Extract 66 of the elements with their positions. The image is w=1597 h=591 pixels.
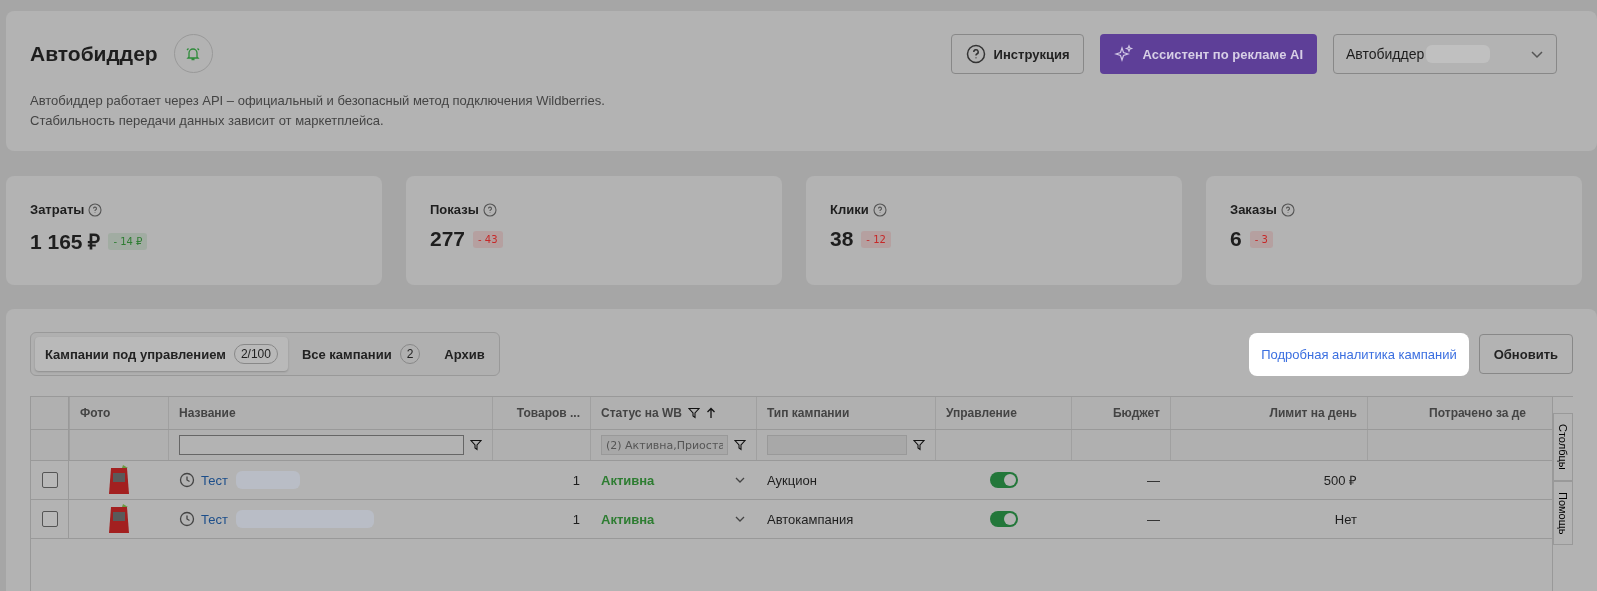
column-header[interactable]: Бюджет xyxy=(1112,406,1160,420)
refresh-button[interactable]: Обновить xyxy=(1478,334,1573,374)
instruction-button[interactable]: Инструкция xyxy=(950,34,1085,74)
campaign-type: Аукцион xyxy=(767,472,817,488)
filter-icon[interactable] xyxy=(913,439,925,451)
help-icon xyxy=(965,44,986,64)
stat-label: Заказы xyxy=(1230,202,1277,217)
page-title: Автобиддер xyxy=(30,41,158,66)
filter-icon[interactable] xyxy=(470,439,482,451)
daily-limit-value: Нет xyxy=(1334,511,1357,527)
stat-value: 1 165 ₽ xyxy=(30,229,101,255)
analytics-link[interactable]: Подробная аналитика кампаний xyxy=(1249,332,1469,376)
product-package-drawing xyxy=(108,503,130,535)
column-header[interactable]: Фото xyxy=(80,406,111,420)
name-filter-field[interactable] xyxy=(179,435,464,455)
delta-badge: - 43 xyxy=(473,230,503,248)
ai-assistant-button[interactable]: Ассистент по рекламе AI xyxy=(1100,34,1317,74)
tab[interactable]: Все кампании 2 xyxy=(291,337,431,371)
stat-value: 277 xyxy=(430,227,466,251)
filter-icon[interactable] xyxy=(734,439,746,451)
row-checkbox[interactable] xyxy=(42,472,58,488)
product-package-drawing xyxy=(108,464,130,496)
stat-value: 6 xyxy=(1230,227,1242,251)
status-text: Активна xyxy=(601,472,655,488)
product-count: 1 xyxy=(572,472,580,488)
status-text: Активна xyxy=(601,511,655,527)
delta-badge: - 12 xyxy=(861,230,891,248)
stat-label: Показы xyxy=(430,202,479,217)
account-select[interactable]: Автобиддер xyxy=(1333,34,1557,74)
management-toggle[interactable] xyxy=(989,511,1018,527)
bell-icon xyxy=(185,45,202,62)
budget-value: — xyxy=(1147,472,1160,488)
stat-value: 38 xyxy=(830,227,854,251)
help-icon[interactable] xyxy=(872,202,887,217)
product-count: 1 xyxy=(572,511,580,527)
stat-label: Затраты xyxy=(30,202,85,217)
column-header[interactable]: Название xyxy=(179,406,236,420)
clock-icon xyxy=(179,511,195,527)
sparkle-icon xyxy=(1114,44,1135,64)
tab[interactable]: Кампании под управлением 2/100 xyxy=(35,337,288,371)
help-icon[interactable] xyxy=(88,202,103,217)
column-header[interactable]: Управление xyxy=(946,406,1017,420)
side-panel-tab[interactable]: Столбцы xyxy=(1553,413,1573,481)
stat-label: Клики xyxy=(830,202,869,217)
delta-badge: - 14 ₽ xyxy=(108,232,148,250)
column-header[interactable]: Тип кампании xyxy=(767,406,850,420)
clock-icon xyxy=(179,472,195,488)
column-header[interactable]: Товаров ... xyxy=(516,406,580,420)
description-text: Автобиддер работает через API – официальный и безопасный метод подключения Wildberries. Стабильность передачи данных зависит от маркетплейса. xyxy=(30,92,605,130)
help-icon[interactable] xyxy=(482,202,497,217)
filter-icon[interactable] xyxy=(688,407,701,419)
side-panel-tab[interactable]: Помощь xyxy=(1553,480,1573,546)
delta-badge: - 3 xyxy=(1249,230,1273,248)
campaign-name-link[interactable]: Тест xyxy=(201,511,228,527)
row-checkbox[interactable] xyxy=(42,511,58,527)
tab[interactable]: Архив xyxy=(434,339,495,369)
help-icon[interactable] xyxy=(1280,202,1295,217)
campaign-name-link[interactable]: Тест xyxy=(201,472,228,488)
campaign-type: Автокампания xyxy=(767,511,854,527)
column-header[interactable]: Лимит на день xyxy=(1269,406,1357,420)
column-header[interactable]: Потрачено за де xyxy=(1429,406,1526,420)
budget-value: — xyxy=(1147,511,1160,527)
management-toggle[interactable] xyxy=(989,472,1018,488)
sort-up-icon[interactable] xyxy=(706,407,717,419)
daily-limit-value: 500 ₽ xyxy=(1323,472,1357,489)
column-header[interactable]: Статус на WB xyxy=(601,406,683,420)
